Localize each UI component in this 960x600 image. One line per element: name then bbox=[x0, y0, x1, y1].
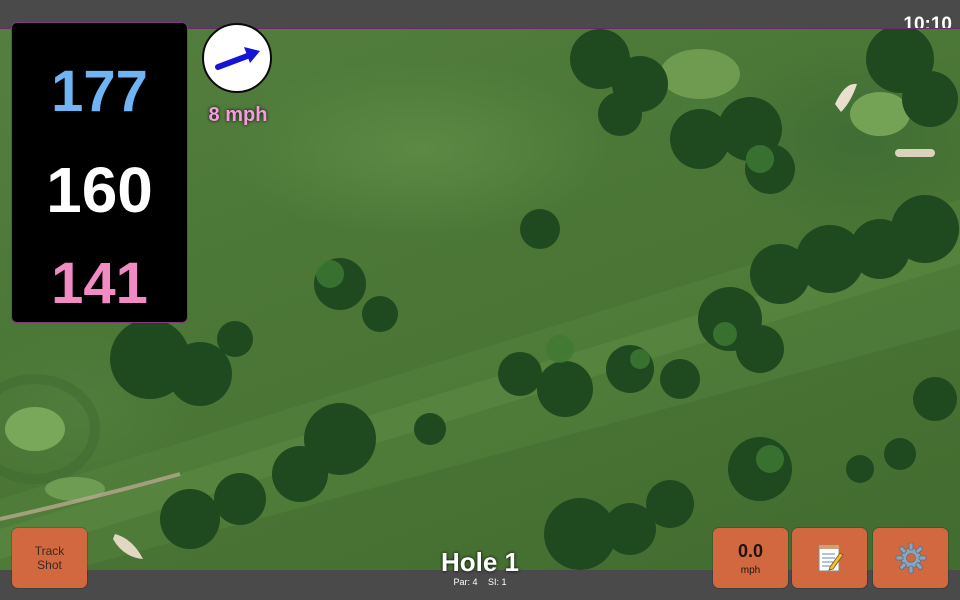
gear-icon bbox=[895, 542, 926, 574]
wind-speed-label: 8 mph bbox=[208, 104, 268, 126]
wind-indicator bbox=[202, 23, 272, 93]
settings-button[interactable] bbox=[873, 528, 948, 588]
middle-distance: 160 bbox=[46, 154, 153, 226]
track-shot-label-line2: Shot bbox=[37, 558, 62, 572]
hole-info: Par: 4 SI: 1 bbox=[380, 577, 580, 587]
back-distance: 177 bbox=[51, 59, 148, 124]
speed-button[interactable]: 0.0 mph bbox=[713, 528, 788, 588]
wind-arrow-icon bbox=[215, 47, 260, 70]
scorecard-notes-button[interactable] bbox=[792, 528, 867, 588]
speed-value: 0.0 bbox=[737, 540, 764, 561]
hole-stroke-index: SI: 1 bbox=[488, 577, 507, 587]
track-shot-label-line1: Track bbox=[34, 544, 65, 558]
hole-par: Par: 4 bbox=[453, 577, 478, 587]
notepad-icon bbox=[818, 545, 844, 572]
speed-unit: mph bbox=[740, 564, 761, 576]
track-shot-button[interactable]: Track Shot bbox=[12, 528, 87, 588]
hole-title: Hole 1 bbox=[440, 547, 520, 577]
distance-panel: 177 160 141 bbox=[11, 22, 188, 323]
front-distance: 141 bbox=[51, 251, 148, 316]
